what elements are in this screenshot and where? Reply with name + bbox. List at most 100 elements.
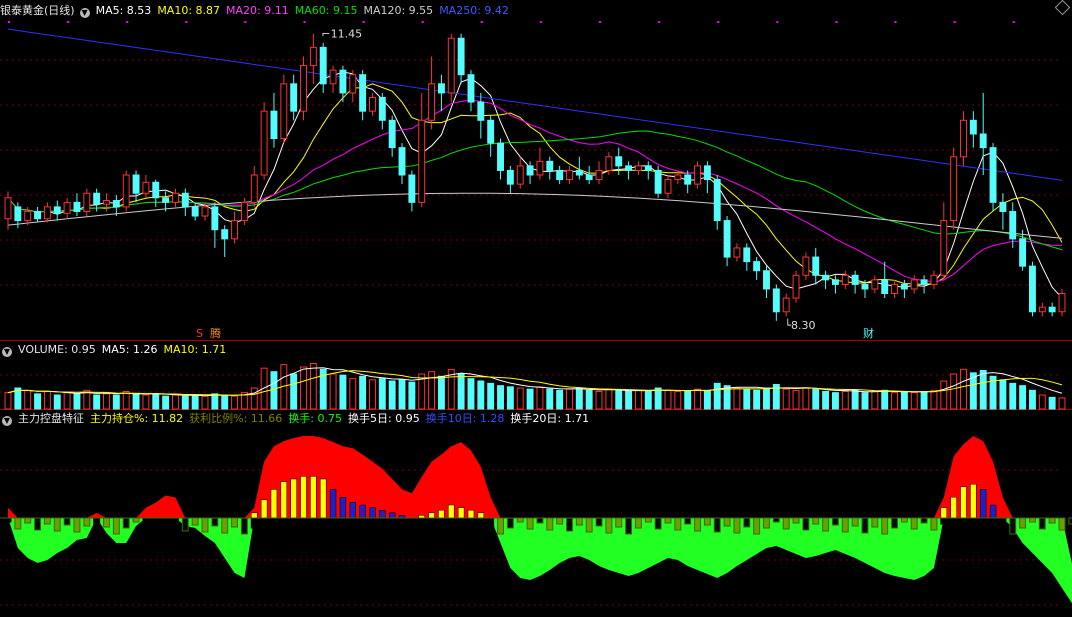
volume-bar: [664, 389, 672, 410]
turnover-bar: [1038, 517, 1046, 530]
turnover-bar: [152, 517, 160, 524]
turnover-bar: [625, 517, 633, 535]
volume-bar: [103, 393, 110, 410]
turnover-bar: [191, 517, 199, 526]
candle-body: [112, 200, 120, 208]
turnover-bar: [516, 517, 524, 523]
candle-body: [900, 283, 908, 290]
stock-chart[interactable]: ⌐11.45 └8.30 S 腾 财: [0, 0, 1072, 617]
candle-body: [871, 279, 879, 290]
volume-bar: [566, 388, 573, 410]
candle-body: [792, 274, 800, 299]
turnover-bar: [950, 517, 958, 532]
holding-bar: [960, 486, 967, 519]
candle-body: [319, 46, 327, 85]
turnover-bar: [240, 517, 248, 535]
candle-body: [260, 110, 268, 176]
ma250-line: [7, 28, 1063, 181]
candle-body: [497, 142, 504, 171]
turnover-bar: [43, 517, 51, 525]
signal-dot: [599, 21, 602, 23]
volume-bar: [940, 380, 948, 410]
turnover-bar: [142, 517, 150, 530]
turnover-bar: [841, 517, 849, 533]
turnover-bar: [723, 517, 731, 527]
volume-bar: [871, 391, 879, 410]
candle-body: [457, 37, 465, 76]
ma5-line: [7, 71, 1063, 299]
holding-bar: [379, 509, 386, 519]
turnover-bar: [428, 517, 436, 525]
turnover-bar: [4, 517, 12, 523]
holding-bar: [310, 476, 317, 519]
signal-dot: [362, 21, 365, 23]
turnover-bar: [280, 517, 288, 524]
signal-dot: [658, 21, 661, 23]
marker-cai: 财: [863, 326, 874, 340]
turnover-bar: [910, 517, 918, 530]
candle-body: [487, 119, 495, 144]
candle-body: [93, 192, 101, 205]
volume-bar: [349, 378, 357, 410]
turnover-bar: [536, 517, 544, 524]
candle-body: [506, 169, 514, 185]
signal-dot: [539, 21, 542, 23]
volume-bar: [408, 381, 416, 410]
candle-body: [1038, 306, 1046, 313]
volume-bar: [467, 378, 475, 410]
turnover-bar: [211, 517, 219, 527]
turnover-bar: [851, 517, 859, 527]
candle-body: [634, 165, 642, 171]
turnover-bar: [162, 517, 170, 531]
volume-bar: [487, 382, 495, 410]
candle-body: [221, 229, 229, 240]
candle-body: [231, 220, 239, 240]
turnover-bar: [309, 517, 317, 532]
candle-body: [309, 46, 317, 67]
volume-bar: [231, 395, 239, 410]
candle-body: [369, 97, 376, 112]
candle-body: [34, 210, 42, 220]
candle-body: [300, 65, 307, 112]
candle-body: [585, 174, 593, 181]
candle-body: [53, 206, 61, 214]
turnover-bar: [634, 517, 642, 529]
volume-bar: [112, 394, 120, 410]
turnover-bar: [733, 517, 741, 534]
candle-body: [763, 270, 770, 290]
turnover-bar: [457, 517, 465, 533]
volume-bar: [73, 393, 81, 410]
volume-bar: [152, 393, 160, 410]
turnover-bar: [979, 517, 987, 527]
candle-body: [654, 169, 662, 194]
turnover-bar: [960, 517, 967, 526]
volume-bar: [900, 391, 908, 410]
turnover-bar: [812, 517, 820, 525]
turnover-bar: [585, 517, 593, 533]
turnover-bar: [221, 517, 229, 534]
volume-bar: [1009, 382, 1017, 410]
candle-body: [536, 160, 544, 176]
turnover-bar: [359, 517, 367, 528]
candle-body: [812, 256, 820, 276]
holding-bar: [251, 512, 258, 519]
candle-body: [270, 110, 278, 140]
candle-body: [103, 200, 110, 205]
holding-bar: [369, 507, 376, 519]
candle-body: [191, 206, 199, 217]
turnover-bar: [1058, 517, 1066, 531]
candle-body: [14, 206, 22, 222]
candle-body: [359, 74, 367, 112]
candle-body: [851, 274, 859, 285]
turnover-bar: [526, 517, 534, 530]
holding-bar: [388, 512, 396, 519]
turnover-bar: [83, 517, 91, 527]
candle-body: [920, 279, 928, 285]
turnover-bar: [398, 517, 406, 530]
candle-body: [349, 74, 357, 94]
volume-bar: [437, 375, 445, 410]
turnover-bar: [447, 517, 455, 526]
volume-bar: [822, 391, 830, 410]
holding-bar: [270, 489, 278, 519]
candle-body: [1009, 210, 1017, 240]
